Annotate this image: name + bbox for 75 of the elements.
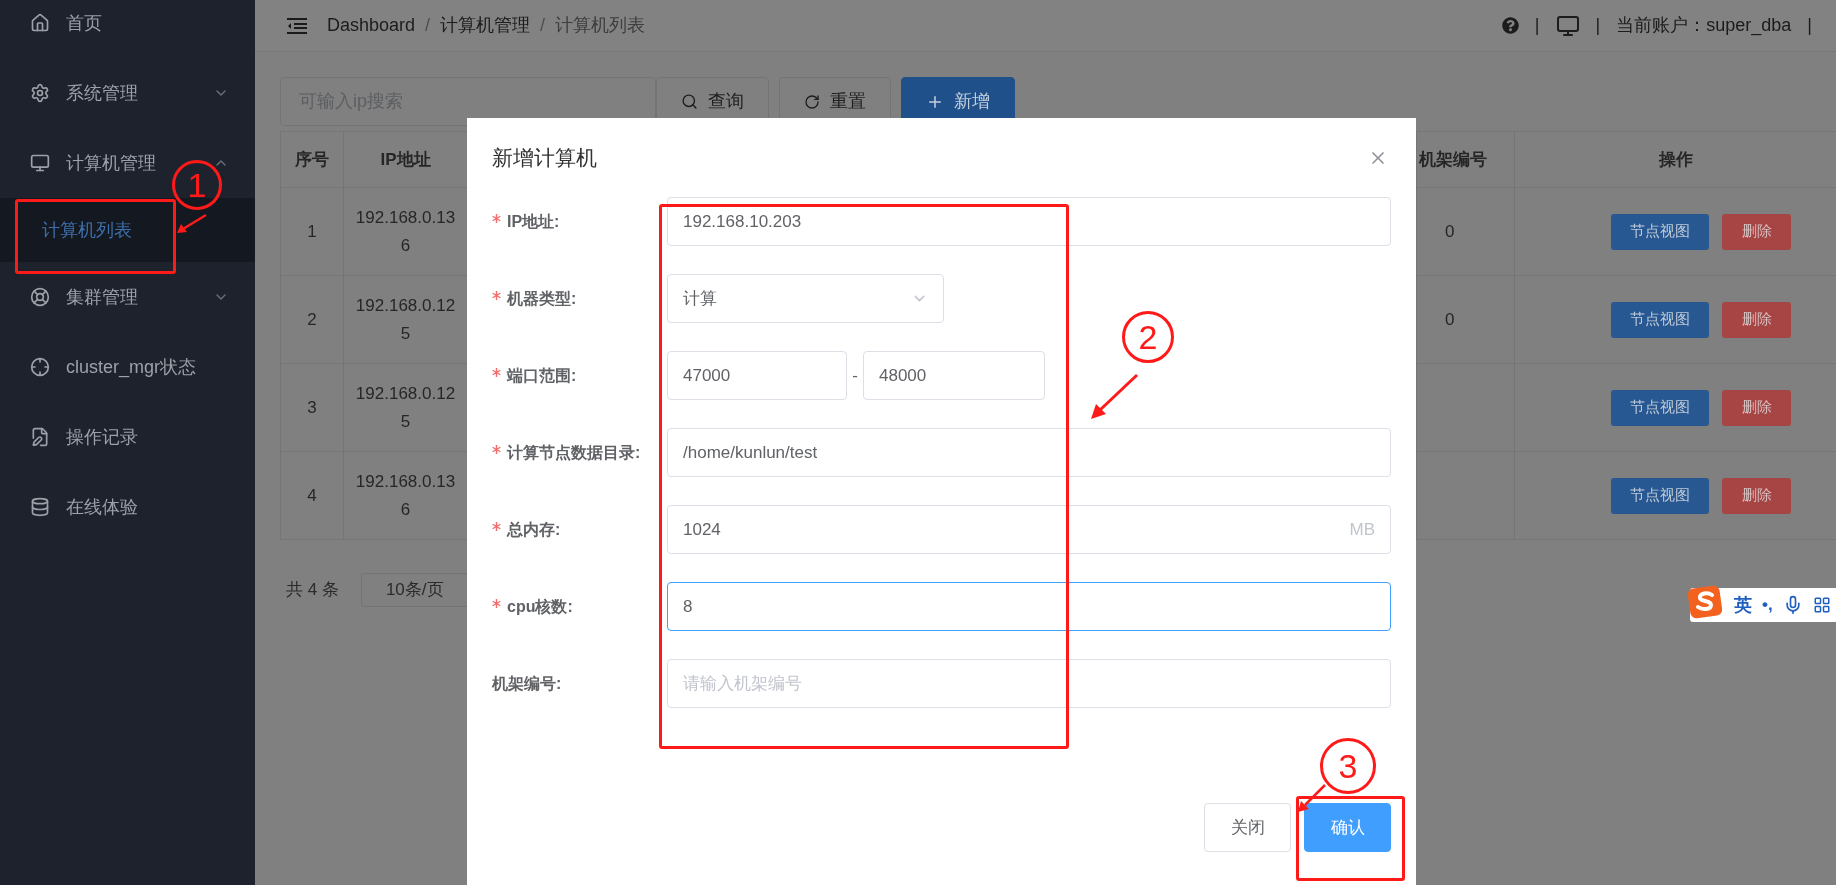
column-header: 操作 [1515,132,1836,188]
input-field[interactable]: 48000 [863,351,1045,400]
field-label: 计算节点数据目录: [507,442,641,463]
menu-item[interactable]: cluster_mgr状态 [66,353,197,381]
breadcrumb-separator: / [425,14,431,37]
home-icon [30,13,50,33]
input-field[interactable]: /home/kunlun/test [667,428,1391,477]
step-number: 2 [1122,311,1174,363]
input-field[interactable]: 1024 MB [667,505,1391,554]
punctuation-label[interactable]: •, [1762,592,1773,618]
total-count: 共 4 条 [286,579,339,602]
step-number: 1 [172,160,222,210]
breadcrumb-item[interactable]: Dashboard [327,12,416,39]
node-view-button[interactable]: 节点视图 [1611,389,1709,426]
separator: | [1595,14,1601,37]
table-cell: 1 [281,188,344,276]
logo-icon[interactable] [1686,583,1724,621]
annotation-arrow [1088,372,1140,422]
input-field[interactable]: 192.168.10.203 [667,197,1391,246]
node-view-button[interactable]: 节点视图 [1611,477,1709,514]
input-field[interactable]: 8 [667,582,1391,631]
table-cell: 3 [281,364,344,452]
input-field[interactable]: 47000 [667,351,847,400]
menu-item[interactable]: 首页 [66,9,102,37]
submenu-item[interactable]: 计算机列表 [0,198,255,262]
node-view-button[interactable]: 节点视图 [1611,213,1709,250]
menu-item[interactable]: 计算机管理 [66,149,156,177]
breadcrumb-item: 计算机列表 [555,14,646,37]
menu-item[interactable]: 集群管理 [66,283,138,311]
menu-fold-icon[interactable] [286,16,308,35]
help-icon[interactable] [1501,17,1519,34]
monitor-icon [30,153,50,173]
field-label: cpu核数: [507,596,573,617]
column-header: 机架编号 [1417,132,1515,188]
annotation-arrow [1296,782,1328,814]
confirm-button[interactable]: 确认 [1304,803,1391,852]
dialog-title: 新增计算机 [492,145,597,172]
table-cell: 0 [1417,276,1515,364]
crosshair-icon [30,357,50,377]
field-label: 机器类型: [507,288,577,309]
node-view-button[interactable]: 节点视图 [1611,301,1709,338]
delete-button[interactable]: 删除 [1722,389,1791,426]
menu-item[interactable]: 系统管理 [66,79,138,107]
lifebuoy-icon [30,287,50,307]
field-label: 总内存: [507,519,561,540]
table-cell: 0 [1417,188,1515,276]
table-cell: 2 [281,276,344,364]
breadcrumb-separator: / [540,14,546,37]
field-label: IP地址: [507,211,560,232]
database-icon [30,497,50,517]
search-icon [681,93,698,110]
separator: | [1534,14,1540,37]
document-edit-icon [30,427,50,447]
field-label: 端口范围: [507,365,577,386]
input-mode-label[interactable]: 英 [1734,591,1752,619]
step-number: 3 [1320,738,1376,794]
table-cell: 4 [281,452,344,540]
grid-icon[interactable] [1812,596,1831,614]
delete-button[interactable]: 删除 [1722,477,1791,514]
menu-item[interactable]: 在线体验 [66,493,138,521]
close-button[interactable]: 关闭 [1204,803,1291,852]
breadcrumb-item[interactable]: 计算机管理 [440,12,531,39]
monitor-icon[interactable] [1555,13,1580,38]
account-label: 当前账户：super_dba [1616,14,1792,38]
annotation-arrow [175,212,209,236]
separator: | [1807,14,1812,37]
menu-item[interactable]: 操作记录 [66,423,138,451]
range-separator: - [851,364,859,387]
column-header: 序号 [281,132,344,188]
select-field[interactable]: 计算 [667,274,944,323]
settings-icon [30,83,50,103]
delete-button[interactable]: 删除 [1722,301,1791,338]
delete-button[interactable]: 删除 [1722,213,1791,250]
refresh-icon [804,93,820,110]
field-label: 机架编号: [492,673,562,694]
